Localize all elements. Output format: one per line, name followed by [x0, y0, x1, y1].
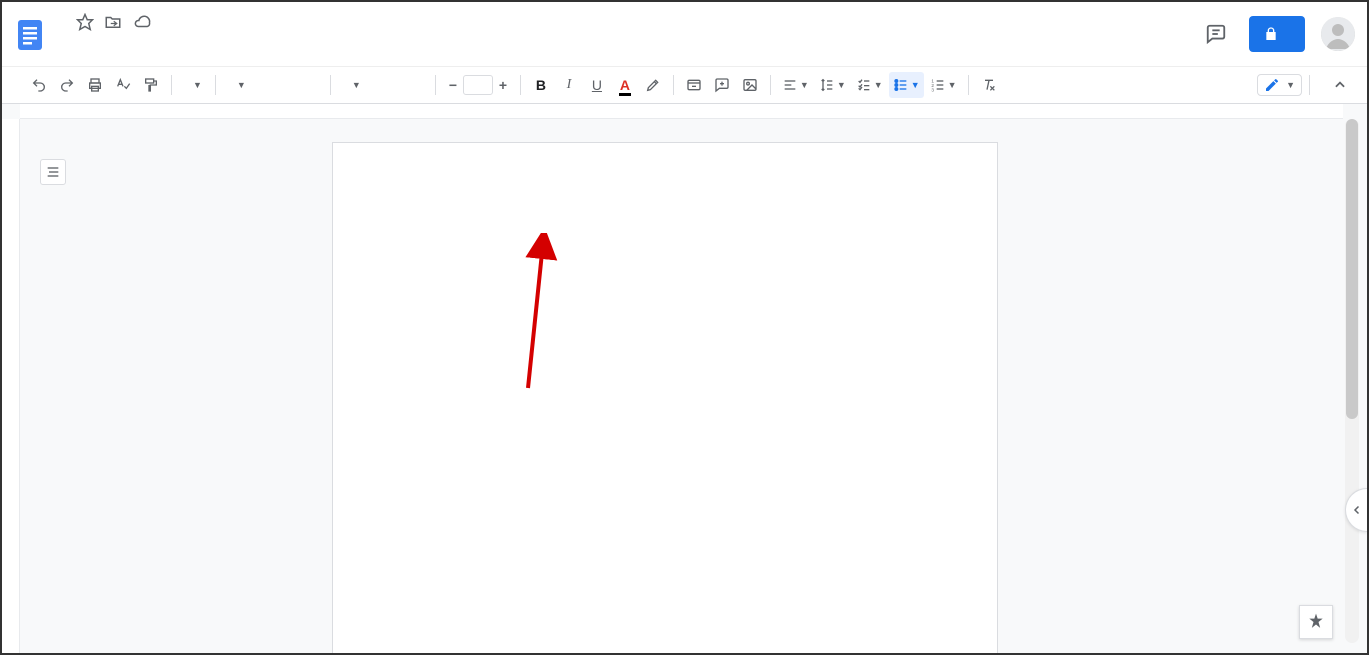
font-size-control: − +: [443, 74, 513, 96]
chevron-down-icon: ▼: [948, 80, 957, 90]
align-button[interactable]: ▼: [778, 72, 813, 98]
paint-format-button[interactable]: [138, 72, 164, 98]
toolbar: ▼ ▼ ▼ − + B I U A ▼ ▼ ▼ ▼ 123▼ ▼: [2, 66, 1367, 104]
menu-insert[interactable]: [108, 48, 124, 52]
insert-link-button[interactable]: [681, 72, 707, 98]
print-button[interactable]: [82, 72, 108, 98]
font-family-select[interactable]: ▼: [338, 72, 428, 98]
menu-tools[interactable]: [144, 48, 160, 52]
menu-extensions[interactable]: [162, 48, 178, 52]
document-page[interactable]: [332, 142, 998, 653]
chevron-down-icon: ▼: [193, 80, 202, 90]
share-button[interactable]: [1249, 16, 1305, 52]
font-size-decrease[interactable]: −: [443, 74, 463, 96]
checklist-button[interactable]: ▼: [852, 72, 887, 98]
clear-formatting-button[interactable]: [976, 72, 1002, 98]
vertical-ruler[interactable]: [2, 119, 20, 653]
line-spacing-button[interactable]: ▼: [815, 72, 850, 98]
italic-button[interactable]: I: [556, 72, 582, 98]
add-comment-button[interactable]: [709, 72, 735, 98]
highlight-color-button[interactable]: [640, 72, 666, 98]
account-avatar[interactable]: [1321, 17, 1355, 51]
menu-help[interactable]: [180, 48, 196, 52]
collapse-toolbar-button[interactable]: [1327, 72, 1353, 98]
cloud-status-icon[interactable]: [132, 13, 152, 31]
svg-text:3: 3: [931, 88, 934, 93]
document-scroll-area[interactable]: [20, 119, 1343, 653]
chevron-down-icon: ▼: [1286, 80, 1295, 90]
move-icon[interactable]: [104, 13, 122, 31]
chevron-down-icon: ▼: [800, 80, 809, 90]
menu-format[interactable]: [126, 48, 142, 52]
paragraph-style-select[interactable]: ▼: [223, 72, 323, 98]
editing-mode-button[interactable]: ▼: [1257, 74, 1302, 96]
chevron-down-icon: ▼: [352, 80, 361, 90]
scrollbar-thumb[interactable]: [1346, 119, 1358, 419]
chevron-down-icon: ▼: [911, 80, 920, 90]
zoom-select[interactable]: ▼: [179, 72, 208, 98]
chevron-down-icon: ▼: [237, 80, 246, 90]
redo-button[interactable]: [54, 72, 80, 98]
explore-button[interactable]: [1299, 605, 1333, 639]
annotation-arrow-icon: [513, 233, 773, 403]
numbered-list-button[interactable]: 123▼: [926, 72, 961, 98]
font-size-increase[interactable]: +: [493, 74, 513, 96]
workspace: [2, 104, 1367, 653]
menu-edit[interactable]: [72, 48, 88, 52]
underline-button[interactable]: U: [584, 72, 610, 98]
spellcheck-button[interactable]: [110, 72, 136, 98]
outline-toggle-button[interactable]: [40, 159, 66, 185]
font-size-input[interactable]: [463, 75, 493, 95]
insert-image-button[interactable]: [737, 72, 763, 98]
open-comments-button[interactable]: [1199, 17, 1233, 51]
docs-logo[interactable]: [10, 8, 50, 62]
menu-file[interactable]: [54, 48, 70, 52]
text-color-button[interactable]: A: [612, 72, 638, 98]
undo-button[interactable]: [26, 72, 52, 98]
vertical-scrollbar[interactable]: [1345, 119, 1359, 643]
title-area: [50, 8, 208, 64]
bold-button[interactable]: B: [528, 72, 554, 98]
horizontal-ruler[interactable]: [20, 104, 1343, 119]
bulleted-list-button[interactable]: ▼: [889, 72, 924, 98]
menu-bar: [54, 36, 208, 64]
star-icon[interactable]: [76, 13, 94, 31]
chevron-down-icon: ▼: [874, 80, 883, 90]
doc-title[interactable]: [54, 20, 66, 24]
app-header: [2, 2, 1367, 66]
menu-view[interactable]: [90, 48, 106, 52]
chevron-down-icon: ▼: [837, 80, 846, 90]
